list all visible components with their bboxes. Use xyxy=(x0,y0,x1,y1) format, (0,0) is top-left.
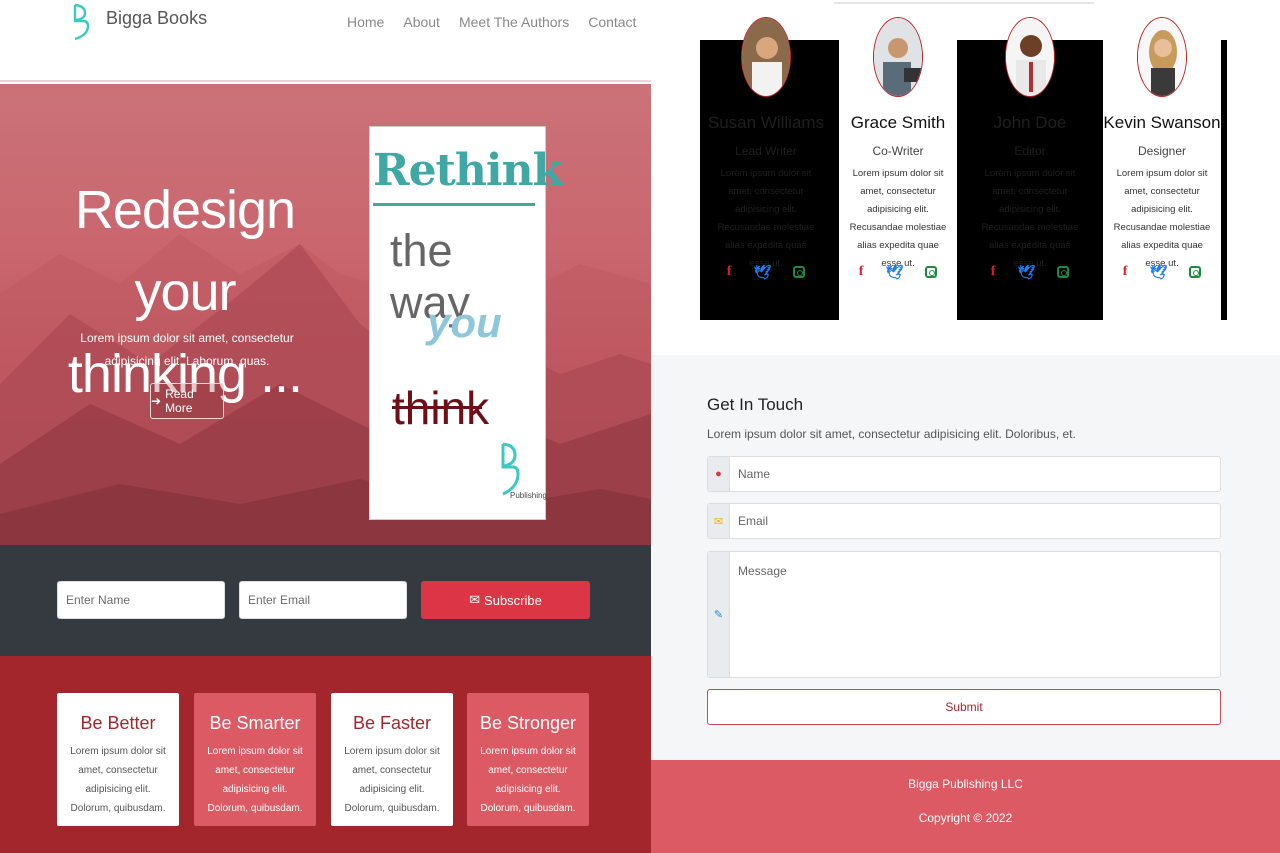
twitter-icon[interactable]: 🕊 xyxy=(1017,264,1035,281)
nav-link-home[interactable]: Home xyxy=(347,14,384,30)
feature-title: Be Better xyxy=(80,713,156,733)
facebook-icon[interactable]: f xyxy=(727,264,732,281)
feature-text: Lorem ipsum dolor sit amet, consectetur … xyxy=(70,746,166,814)
contact-subtitle: Lorem ipsum dolor sit amet, consectetur … xyxy=(707,427,1076,441)
twitter-icon[interactable]: 🕊 xyxy=(1149,264,1167,281)
feature-text: Lorem ipsum dolor sit amet, consectetur … xyxy=(480,746,576,814)
subscribe-email-input[interactable]: Enter Email xyxy=(239,581,407,619)
avatar xyxy=(1137,17,1187,97)
facebook-icon[interactable]: f xyxy=(1123,264,1128,281)
twitter-icon[interactable]: 🕊 xyxy=(885,264,903,281)
book-cover-image: Rethink the way you think Publishing xyxy=(369,126,563,520)
social-links: f 🕊 xyxy=(839,264,957,281)
envelope-icon: ✉ xyxy=(708,504,730,538)
footer: Bigga Publishing LLC Copyright © 2022 xyxy=(651,760,1280,853)
submit-button[interactable]: Submit xyxy=(707,689,1221,725)
navbar: Bigga Books Home About Meet The Authors … xyxy=(0,0,651,82)
divider xyxy=(834,2,1094,4)
team-member-bio: Lorem ipsum dolor sit amet, consectetur … xyxy=(981,168,1079,269)
feature-title: Be Stronger xyxy=(479,713,577,733)
social-links: f 🕊 xyxy=(707,264,825,281)
team-member-bio: Lorem ipsum dolor sit amet, consectetur … xyxy=(849,168,947,269)
read-more-label: Read More xyxy=(165,387,194,415)
team-member-name: Susan Williams xyxy=(707,113,825,132)
avatar xyxy=(1005,17,1055,97)
team-member-name: Kevin Swanson xyxy=(1103,113,1221,132)
team-member-role: Editor xyxy=(1014,144,1046,158)
team-card-john: John Doe Editor Lorem ipsum dolor sit am… xyxy=(971,17,1089,320)
instagram-icon[interactable] xyxy=(793,266,806,278)
feature-card-smarter: Be Smarter Lorem ipsum dolor sit amet, c… xyxy=(194,693,316,826)
read-more-button[interactable]: ➜ Read More xyxy=(150,383,224,419)
team-card-grace: Grace Smith Co-Writer Lorem ipsum dolor … xyxy=(839,17,957,320)
landing-page-top: Bigga Books Home About Meet The Authors … xyxy=(0,0,651,853)
team-section: Susan Williams Lead Writer Lorem ipsum d… xyxy=(700,17,1227,320)
team-member-bio: Lorem ipsum dolor sit amet, consectetur … xyxy=(717,168,815,269)
team-member-bio: Lorem ipsum dolor sit amet, consectetur … xyxy=(1113,168,1211,269)
hero-section: Redesign your thinking ... Lorem ipsum d… xyxy=(0,84,651,545)
team-member-role: Co-Writer xyxy=(872,144,924,158)
feature-text: Lorem ipsum dolor sit amet, consectetur … xyxy=(207,746,303,814)
footer-company: Bigga Publishing LLC xyxy=(908,777,1023,791)
contact-email-field[interactable]: ✉ Email xyxy=(707,503,1221,539)
avatar xyxy=(873,17,923,97)
contact-email-placeholder: Email xyxy=(738,514,769,528)
facebook-icon[interactable]: f xyxy=(991,264,996,281)
book-title-rethink: Rethink xyxy=(373,145,563,196)
contact-section: Get In Touch Lorem ipsum dolor sit amet,… xyxy=(651,355,1280,760)
nav-link-authors[interactable]: Meet The Authors xyxy=(459,14,569,30)
feature-title: Be Smarter xyxy=(209,713,301,733)
subscribe-button-label: Subscribe xyxy=(484,592,542,608)
book-text-you: you xyxy=(427,299,502,346)
feature-text: Lorem ipsum dolor sit amet, consectetur … xyxy=(344,746,440,814)
facebook-icon[interactable]: f xyxy=(859,264,864,281)
instagram-icon[interactable] xyxy=(925,266,938,278)
feature-title: Be Faster xyxy=(352,713,432,733)
instagram-icon[interactable] xyxy=(1189,266,1202,278)
footer-copyright: Copyright © 2022 xyxy=(918,811,1013,825)
pencil-icon: ✎ xyxy=(708,552,730,677)
landing-page-bottom: Susan Williams Lead Writer Lorem ipsum d… xyxy=(651,0,1280,853)
contact-title: Get In Touch xyxy=(707,395,804,414)
subscribe-section: Enter Name Enter Email ✉ Subscribe xyxy=(0,545,651,656)
subscribe-button[interactable]: ✉ Subscribe xyxy=(421,581,590,619)
nav-links: Home About Meet The Authors Contact xyxy=(347,14,636,30)
feature-card-faster: Be Faster Lorem ipsum dolor sit amet, co… xyxy=(331,693,453,826)
avatar xyxy=(741,17,791,97)
book-underline xyxy=(373,203,535,206)
team-card-susan: Susan Williams Lead Writer Lorem ipsum d… xyxy=(707,17,825,320)
twitter-icon[interactable]: 🕊 xyxy=(753,264,771,281)
brand-logo-icon xyxy=(73,3,90,41)
hero-title: Redesign your thinking ... xyxy=(40,169,330,415)
contact-message-field[interactable]: ✎ Message xyxy=(707,551,1221,678)
feature-card-stronger: Be Stronger Lorem ipsum dolor sit amet, … xyxy=(467,693,589,826)
social-links: f 🕊 xyxy=(1103,264,1221,281)
team-member-role: Designer xyxy=(1137,144,1187,158)
envelope-open-icon: ✉ xyxy=(469,592,481,607)
book-strikethrough xyxy=(392,406,482,409)
brand-name: Bigga Books xyxy=(106,7,208,28)
team-member-role: Lead Writer xyxy=(735,144,797,158)
hero-title-line1: Redesign your xyxy=(74,180,296,322)
social-links: f 🕊 xyxy=(971,264,1089,281)
nav-link-contact[interactable]: Contact xyxy=(588,14,636,30)
user-icon: ● xyxy=(708,457,730,491)
book-publisher-label: Publishing xyxy=(510,491,547,500)
feature-card-better: Be Better Lorem ipsum dolor sit amet, co… xyxy=(57,693,179,826)
hero-subtitle: Lorem ipsum dolor sit amet, consectetur … xyxy=(80,331,294,368)
subscribe-name-input[interactable]: Enter Name xyxy=(57,581,225,619)
instagram-icon[interactable] xyxy=(1057,266,1070,278)
nav-link-about[interactable]: About xyxy=(403,14,440,30)
brand[interactable]: Bigga Books xyxy=(72,3,207,41)
arrow-right-icon: ➜ xyxy=(151,394,162,408)
contact-name-field[interactable]: ● Name xyxy=(707,456,1221,492)
features-section: Be Better Lorem ipsum dolor sit amet, co… xyxy=(0,656,651,853)
publisher-logo-icon xyxy=(501,442,520,496)
team-member-name: John Doe xyxy=(993,113,1067,132)
contact-name-placeholder: Name xyxy=(738,467,771,481)
team-member-name: Grace Smith xyxy=(850,113,946,132)
team-card-kevin: Kevin Swanson Designer Lorem ipsum dolor… xyxy=(1103,17,1221,320)
contact-message-placeholder: Message xyxy=(738,564,787,578)
